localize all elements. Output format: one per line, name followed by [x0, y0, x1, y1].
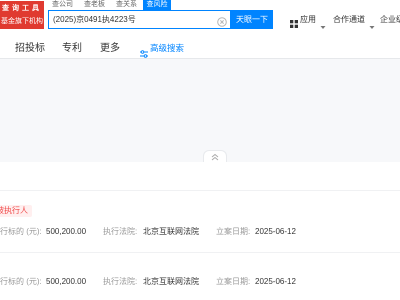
top-nav-partners[interactable]: 合作通道 — [333, 14, 365, 25]
caret-down-icon[interactable] — [369, 17, 375, 35]
tab-more[interactable]: 更多 — [100, 42, 120, 55]
search-input[interactable] — [49, 11, 214, 28]
logo-subtitle: 基金旗下机构 — [1, 18, 43, 25]
field-value-amount: 500,200.00 — [46, 227, 87, 236]
status-badge: 被执行人 — [0, 205, 32, 217]
tab-patents[interactable]: 专利 — [62, 42, 82, 55]
search-tab-company[interactable]: 查公司 — [52, 0, 73, 10]
advanced-search-label: 高级搜索 — [150, 43, 185, 53]
top-nav-enterprise-clip: 企业级 — [380, 14, 400, 25]
search-tab-relation[interactable]: 查关系 — [116, 0, 137, 10]
field-label-court: 执行法院: — [103, 227, 138, 236]
field-label-amount: 执行标的 (元): — [0, 277, 42, 286]
search-box — [48, 10, 231, 29]
field-value-date: 2025-06-12 — [255, 277, 296, 286]
top-nav-enterprise[interactable]: 企业级 — [380, 14, 400, 25]
field-label-date: 立案日期: — [216, 227, 251, 236]
field-value-court: 北京互联网法院 — [143, 277, 199, 286]
advanced-search-link[interactable]: 高级搜索 — [140, 43, 186, 58]
results-list: 被执行人 执行标的 (元): 500,200.00 执行法院: 北京互联网法院 … — [0, 162, 400, 300]
top-nav-apps[interactable]: 应用 — [300, 14, 316, 25]
filter-panel — [0, 59, 400, 162]
double-chevron-up-icon — [211, 153, 219, 161]
clear-circle-icon[interactable] — [217, 14, 227, 27]
field-value-amount: 500,200.00 — [46, 277, 87, 286]
result-fields: 执行标的 (元): 500,200.00 执行法院: 北京互联网法院 立案日期:… — [0, 276, 400, 287]
field-label-date: 立案日期: — [216, 277, 251, 286]
divider — [0, 252, 400, 253]
result-item[interactable]: 被执行人 执行标的 (元): 500,200.00 执行法院: 北京互联网法院 … — [0, 202, 400, 242]
field-value-date: 2025-06-12 — [255, 227, 296, 236]
caret-down-icon[interactable] — [320, 17, 326, 35]
sliders-icon — [140, 45, 148, 59]
search-button[interactable]: 天眼一下 — [231, 10, 273, 29]
filter-collapse-toggle[interactable] — [203, 150, 227, 162]
top-header: 查询工具 基金旗下机构 查公司 查老板 查关系 查风险 天眼一下 应用 合作通 — [0, 0, 400, 59]
result-item[interactable]: 执行标的 (元): 500,200.00 执行法院: 北京互联网法院 立案日期:… — [0, 262, 400, 300]
apps-grid-icon[interactable] — [290, 15, 298, 33]
field-label-court: 执行法院: — [103, 277, 138, 286]
tab-bidding[interactable]: 招投标 — [15, 42, 45, 55]
field-value-court: 北京互联网法院 — [143, 227, 199, 236]
logo-tagline: 查询工具 — [2, 5, 42, 12]
search-tab-boss[interactable]: 查老板 — [84, 0, 105, 10]
brand-logo[interactable]: 查询工具 基金旗下机构 — [0, 1, 44, 29]
field-label-amount: 执行标的 (元): — [0, 227, 42, 236]
divider — [0, 190, 400, 191]
search-tab-risk[interactable]: 查风险 — [143, 0, 171, 10]
result-fields: 执行标的 (元): 500,200.00 执行法院: 北京互联网法院 立案日期:… — [0, 226, 400, 237]
